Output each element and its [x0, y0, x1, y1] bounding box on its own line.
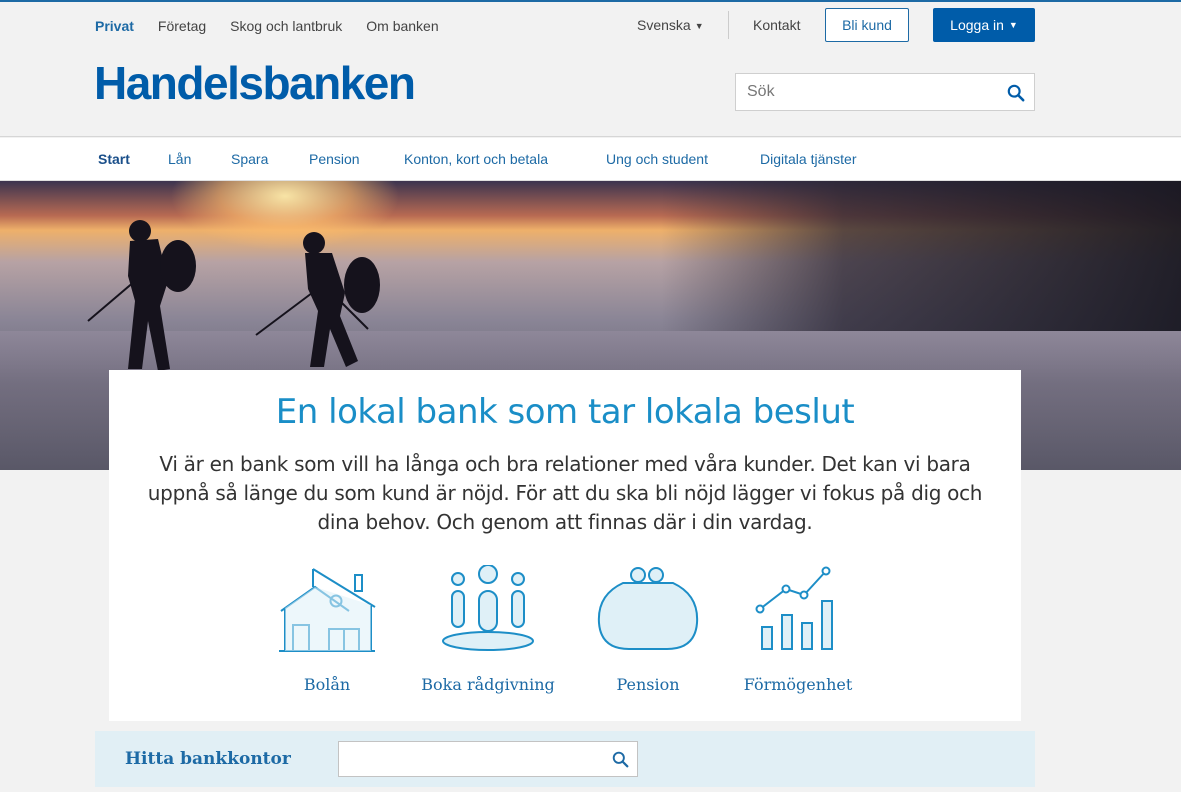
site-header: Privat Företag Skog och lantbruk Om bank… [0, 2, 1181, 137]
intro-title: En lokal bank som tar lokala beslut [275, 392, 855, 432]
caret-down-icon: ▼ [1008, 20, 1018, 30]
segment-privat[interactable]: Privat [95, 18, 134, 34]
quicklink-pension[interactable]: Pension [563, 675, 733, 694]
segment-nav: Privat Företag Skog och lantbruk Om bank… [95, 18, 439, 34]
quicklink-pension-icon-wrap[interactable] [573, 565, 723, 653]
quicklink-boka-radgivning[interactable]: Boka rådgivning [403, 675, 573, 694]
branch-finder-title: Hitta bankkontor [125, 749, 291, 769]
intro-card: En lokal bank som tar lokala beslut Vi ä… [109, 370, 1021, 721]
segment-foretag[interactable]: Företag [158, 18, 206, 34]
nav-ung-student[interactable]: Ung och student [606, 151, 708, 167]
nav-spara[interactable]: Spara [231, 151, 268, 167]
become-customer-button[interactable]: Bli kund [825, 8, 909, 42]
nav-konton[interactable]: Konton, kort och betala [404, 151, 548, 167]
language-selector[interactable]: Svenska ▼ [637, 17, 704, 33]
brand-logo[interactable]: Handelsbanken [94, 60, 416, 106]
search-icon[interactable] [1007, 84, 1025, 102]
quicklink-bolan-icon-wrap[interactable] [252, 565, 402, 653]
segment-om-banken[interactable]: Om banken [366, 18, 438, 34]
branch-finder: Hitta bankkontor [95, 731, 1035, 787]
quicklink-formogenhet[interactable]: Förmögenhet [713, 675, 883, 694]
nav-pension[interactable]: Pension [309, 151, 360, 167]
nav-start[interactable]: Start [98, 151, 130, 167]
search-icon[interactable] [612, 751, 629, 768]
branch-search-box [338, 741, 638, 777]
language-label: Svenska [637, 17, 691, 33]
growth-chart-icon [755, 566, 833, 650]
login-label: Logga in [950, 17, 1004, 33]
contact-link[interactable]: Kontakt [753, 17, 800, 33]
house-icon [279, 568, 376, 652]
quicklink-bolan[interactable]: Bolån [242, 675, 412, 694]
become-customer-label: Bli kund [842, 17, 892, 33]
main-nav: Start Lån Spara Pension Konton, kort och… [0, 138, 1181, 181]
purse-icon [597, 567, 699, 650]
header-divider [728, 11, 729, 39]
quicklink-boka-icon-wrap[interactable] [413, 565, 563, 653]
site-search [735, 73, 1035, 111]
login-button[interactable]: Logga in ▼ [933, 8, 1035, 42]
segment-skog-lantbruk[interactable]: Skog och lantbruk [230, 18, 342, 34]
nav-lan[interactable]: Lån [168, 151, 191, 167]
quicklink-formogenhet-icon-wrap[interactable] [723, 565, 873, 653]
nav-digitala-tjanster[interactable]: Digitala tjänster [760, 151, 857, 167]
branch-search-input[interactable] [339, 742, 601, 776]
intro-text: Vi är en bank som vill ha långa och bra … [147, 452, 983, 534]
search-input[interactable] [736, 74, 998, 110]
caret-down-icon: ▼ [694, 21, 704, 31]
people-icon [442, 565, 534, 651]
